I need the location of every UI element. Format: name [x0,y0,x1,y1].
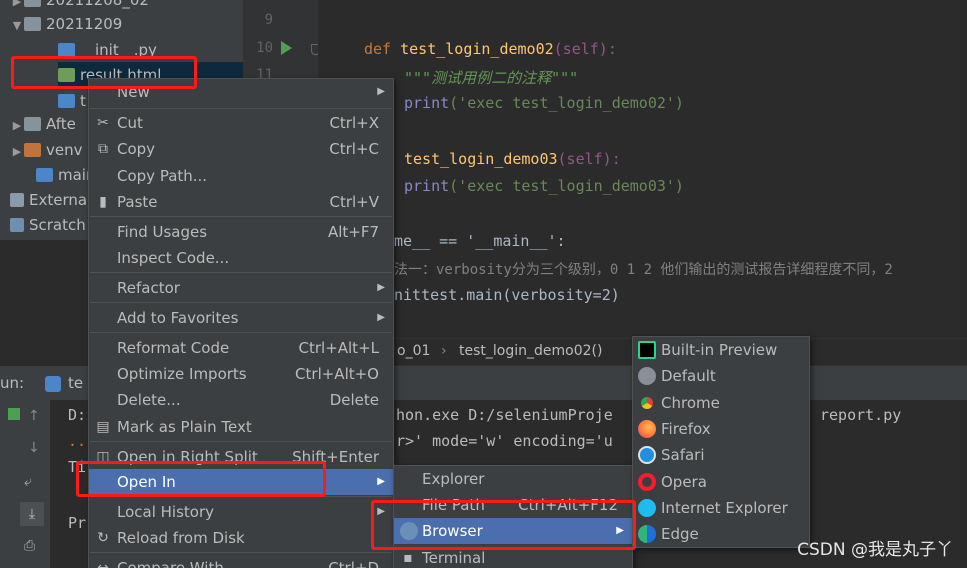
scissors-icon: ✂ [97,115,109,131]
highlight-box [11,56,197,89]
run-label: un: [0,374,25,392]
library-icon [10,193,24,207]
highlight-box [371,500,636,550]
submenu-arrow-icon: ▶ [377,476,385,487]
down-arrow-icon[interactable]: ↓ [28,440,40,456]
menu-item-edge[interactable]: Edge [633,521,809,547]
internet-explorer-icon [638,499,656,517]
menu-item-internet-explorer[interactable]: Internet Explorer [633,495,809,521]
scratch-icon [10,218,24,232]
menu-item-opera[interactable]: Opera [633,469,809,495]
menu-item-default[interactable]: Default [633,363,809,389]
paste-icon: ▮ [99,194,107,210]
menu-item-copy[interactable]: ⧉ Copy Ctrl+C [89,136,393,162]
python-icon [45,376,61,392]
run-tab[interactable]: te [68,374,83,392]
rerun-icon[interactable] [8,408,20,420]
menu-item-cut[interactable]: ✂ Cut Ctrl+X [89,110,393,136]
menu-item-explorer[interactable]: Explorer [394,466,632,492]
folder-icon [24,17,41,31]
run-gutter-icon[interactable] [281,41,292,55]
menu-item-safari[interactable]: Safari [633,442,809,468]
menu-item-mark-plain-text[interactable]: ▤ Mark as Plain Text [89,414,393,440]
tree-item-20211209[interactable]: ▼ 20211209 [10,11,123,37]
menu-item-add-to-favorites[interactable]: Add to Favorites ▶ [89,305,393,331]
compare-icon: ↔ [97,560,109,568]
unittest-line: nittest.main(verbosity=2) [394,286,620,304]
tree-item-external[interactable]: External [10,187,91,213]
tree-item-scratch[interactable]: Scratch [10,212,86,238]
submenu-arrow-icon: ▶ [377,86,385,97]
reload-icon: ↻ [97,530,109,546]
folder-icon [24,0,41,7]
menu-item-refactor[interactable]: Refactor ▶ [89,275,393,301]
menu-item-firefox[interactable]: Firefox [633,416,809,442]
up-arrow-icon[interactable]: ↑ [28,408,40,424]
menu-item-local-history[interactable]: Local History ▶ [89,499,393,525]
folder-icon [24,117,41,131]
breadcrumb-item[interactable]: test_login_demo02() [459,343,602,359]
line-number: 9 [264,12,273,28]
submenu-arrow-icon: ▶ [377,312,385,323]
tree-item-afte[interactable]: ▶ Afte [10,111,76,137]
menu-item-find-usages[interactable]: Find Usages Alt+F7 [89,219,393,245]
plain-text-icon: ▤ [96,419,110,435]
ide-window: ▶ 20211208_02 ▼ 20211209 __init__.py resul… [0,0,967,568]
wrap-icon[interactable]: ⤶ [24,474,32,490]
safari-icon [638,446,656,464]
chrome-icon [638,394,656,412]
browser-submenu: Built-in Preview Default Chrome Firefox … [632,336,810,548]
folder-icon [24,143,41,157]
menu-item-reload-from-disk[interactable]: ↻ Reload from Disk [89,525,393,551]
docstring: """测试用例二的注释""" [404,69,579,87]
menu-item-reformat-code[interactable]: Reformat Code Ctrl+Alt+L [89,335,393,361]
menu-item-copy-path[interactable]: Copy Path... [89,163,393,189]
main-guard-line: me__ == '__main__': [394,232,566,250]
opera-icon [638,473,656,491]
firefox-icon [638,420,656,438]
menu-item-inspect-code[interactable]: Inspect Code... [89,245,393,271]
tree-item-venv[interactable]: ▶ venv [10,137,83,163]
scroll-to-end-icon[interactable]: ⤓ [20,502,44,526]
python-file-icon [58,43,75,57]
print-icon[interactable]: ⎙ [24,538,35,554]
copy-icon: ⧉ [98,141,108,157]
python-file-icon [36,168,53,182]
edge-icon [638,525,656,543]
menu-item-delete[interactable]: Delete... Delete [89,387,393,413]
pycharm-icon [638,341,656,359]
globe-icon [638,367,656,385]
menu-item-optimize-imports[interactable]: Optimize Imports Ctrl+Alt+O [89,361,393,387]
submenu-arrow-icon: ▶ [377,282,385,293]
comment-line: 法一：verbosity分为三个级别，0 1 2 他们输出的测试报告详细程度不同… [394,262,893,278]
watermark: CSDN @我是丸子丫 [797,540,953,560]
code-editor[interactable]: def test_login_demo02(self): """测试用例二的注释… [318,0,967,338]
menu-item-compare-with[interactable]: ↔ Compare With... Ctrl+D [89,555,393,568]
breadcrumb-item[interactable]: o_01 [397,343,430,359]
terminal-icon: ▪ [403,550,413,566]
menu-item-chrome[interactable]: Chrome [633,390,809,416]
line-number: 10 [256,40,273,56]
tree-item-main[interactable]: main [36,162,95,188]
run-side-toolbar: ↑ ↓ ⤶ ⤓ ⎙ [0,400,50,568]
menu-item-builtin-preview[interactable]: Built-in Preview [633,337,809,363]
python-file-icon [58,94,75,108]
menu-item-paste[interactable]: ▮ Paste Ctrl+V [89,189,393,215]
highlight-box [76,461,326,497]
